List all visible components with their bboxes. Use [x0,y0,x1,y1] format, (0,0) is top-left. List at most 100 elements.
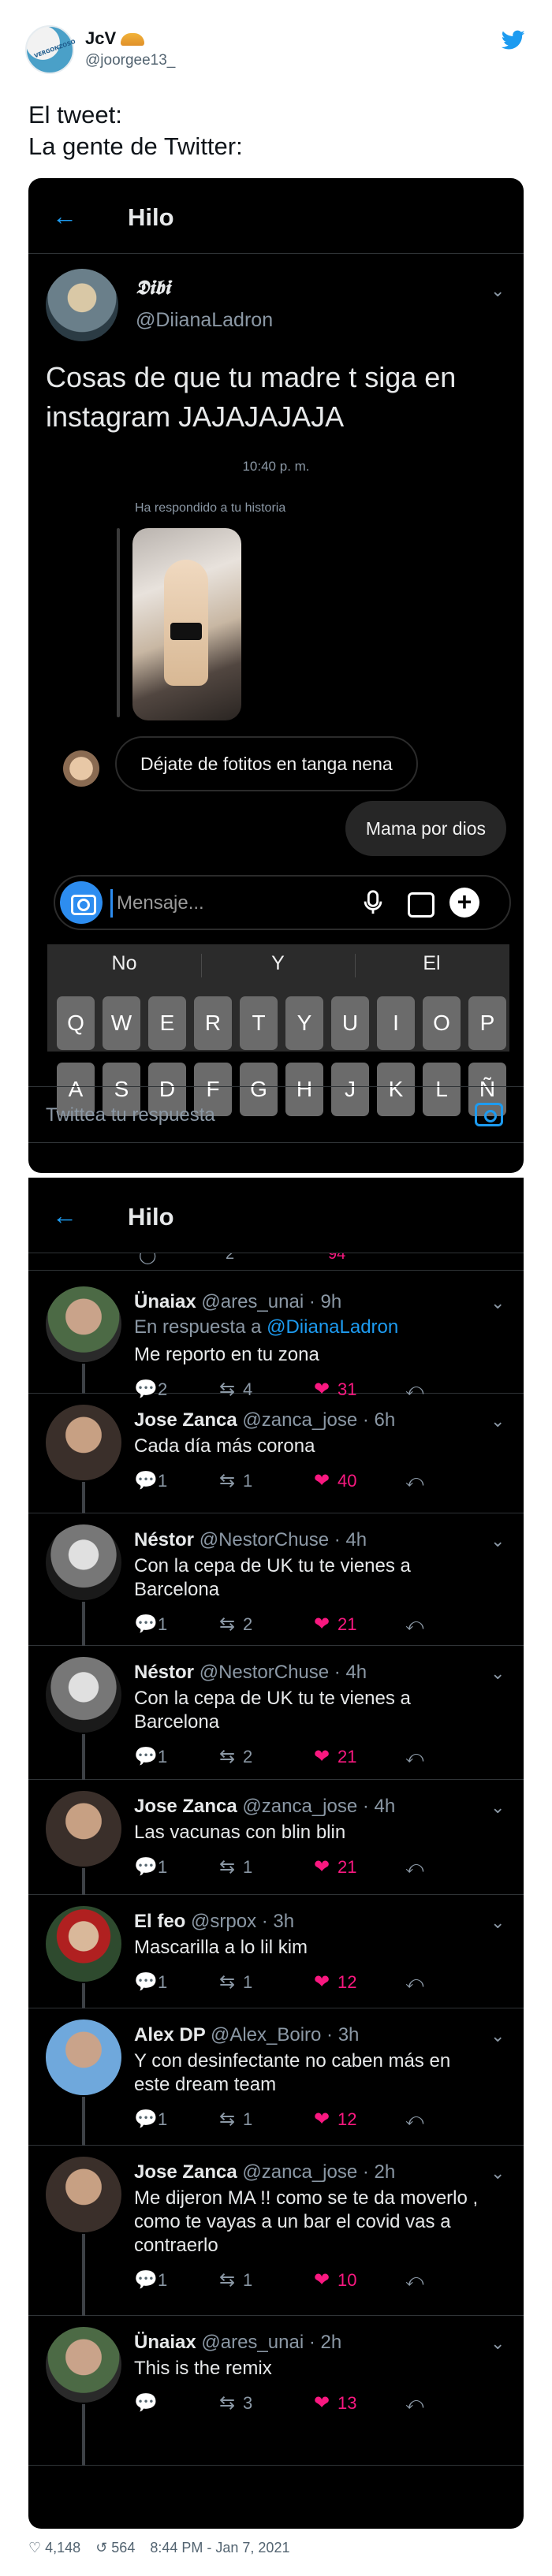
reply-button[interactable]: 💬1 [134,2108,167,2131]
retweet-button[interactable]: ⇆ 1 [219,1971,252,1994]
back-arrow-icon[interactable]: ← [52,203,77,229]
chevron-down-icon[interactable]: ⌄ [490,1293,505,1313]
reply-avatar[interactable] [46,1286,121,1362]
back-arrow-icon[interactable]: ← [52,1203,77,1228]
reply-tweet[interactable]: Alex DP @Alex_Boiro · 3h ⌄ Y con desinfect… [28,2008,524,2146]
key-t[interactable]: T [240,996,278,1050]
reply-button[interactable]: 💬1 [134,1469,167,1493]
reply-button[interactable]: 💬1 [134,2269,167,2292]
reply-tweet[interactable]: Jose Zanca @zanca_jose · 2h ⌄ Me dijeron M… [28,2146,524,2316]
reply-author[interactable]: Jose Zanca @zanca_jose · 2h [134,2161,395,2183]
reply-tweet[interactable]: Ünaiax @ares_unai · 9h ⌄ En respuesta a @D… [28,1275,524,1400]
share-icon[interactable]: ⤺ [405,1745,424,1769]
share-icon[interactable]: ⤺ [405,1856,424,1879]
like-button[interactable]: ❤ 12 [314,1971,356,1994]
reply-avatar[interactable] [46,1657,121,1733]
key-u[interactable]: U [331,996,369,1050]
key-r[interactable]: R [194,996,232,1050]
reply-author[interactable]: Jose Zanca @zanca_jose · 4h [134,1796,395,1818]
key-o[interactable]: O [423,996,461,1050]
reply-tweet[interactable]: Jose Zanca @zanca_jose · 6h ⌄ Cada día más… [28,1394,524,1513]
reply-author[interactable]: El feo @srpox · 3h [134,1911,294,1933]
message-composer[interactable]: Mensaje... + [54,875,511,930]
reply-avatar[interactable] [46,2327,121,2403]
like-stat[interactable]: ♡ 4,148 [28,2540,80,2556]
retweet-stat[interactable]: ↺ 564 [95,2540,135,2556]
key-p[interactable]: P [468,996,506,1050]
share-icon[interactable]: ⤺ [405,1613,424,1636]
suggestion-1[interactable]: No [47,952,201,975]
tweet-timestamp[interactable]: 8:44 PM - Jan 7, 2021 [150,2540,289,2556]
key-y[interactable]: Y [285,996,323,1050]
like-button[interactable]: ❤ 21 [314,1613,356,1636]
reply-button[interactable]: 💬1 [134,1971,167,1994]
chevron-down-icon[interactable]: ⌄ [490,281,505,301]
reply-author[interactable]: Alex DP @Alex_Boiro · 3h [134,2024,359,2046]
key-e[interactable]: E [148,996,186,1050]
reply-tweet[interactable]: Néstor @NestorChuse · 4h ⌄ Con la cepa de … [28,1646,524,1780]
reply-composer[interactable]: Twittea tu respuesta [28,1086,524,1143]
author-name[interactable]: JcV [85,28,145,49]
reply-author[interactable]: Jose Zanca @zanca_jose · 6h [134,1409,395,1431]
plus-icon[interactable]: + [449,888,479,918]
mention-link[interactable]: @DiianaLadron [267,1316,398,1338]
chevron-down-icon[interactable]: ⌄ [490,1912,505,1933]
retweet-button[interactable]: ⇆ 1 [219,2269,252,2292]
chevron-down-icon[interactable]: ⌄ [490,1797,505,1818]
share-icon[interactable]: ⤺ [405,2269,424,2292]
chevron-down-icon[interactable]: ⌄ [490,1663,505,1684]
reply-avatar[interactable] [46,1405,121,1480]
dibi-name[interactable]: 𝕯𝖎𝖇𝖎 [136,276,170,300]
reply-author[interactable]: Néstor @NestorChuse · 4h [134,1529,367,1551]
twitter-bird-icon[interactable] [502,30,525,50]
reply-avatar[interactable] [46,1791,121,1867]
reply-author[interactable]: Ünaiax @ares_unai · 2h [134,2332,341,2354]
share-icon[interactable]: ⤺ [405,2108,424,2131]
reply-author[interactable]: Néstor @NestorChuse · 4h [134,1662,367,1684]
reply-avatar[interactable] [46,2157,121,2232]
key-q[interactable]: Q [57,996,95,1050]
like-button[interactable]: ❤ 13 [314,2392,356,2415]
reply-avatar[interactable] [46,1524,121,1600]
reply-button[interactable]: 💬1 [134,1745,167,1769]
author-handle[interactable]: @joorgee13_ [85,52,175,69]
reply-tweet[interactable]: Jose Zanca @zanca_jose · 4h ⌄ Las vacunas … [28,1780,524,1895]
story-thumbnail[interactable] [132,528,241,720]
chevron-down-icon[interactable]: ⌄ [490,1531,505,1551]
suggestion-3[interactable]: El [355,952,509,975]
chevron-down-icon[interactable]: ⌄ [490,2333,505,2354]
reply-tweet[interactable]: Ünaiax @ares_unai · 2h ⌄ This is the remix… [28,2316,524,2466]
like-button[interactable]: ❤ 12 [314,2108,356,2131]
retweet-button[interactable]: ⇆ 2 [219,1613,252,1636]
reply-button[interactable]: 💬1 [134,1613,167,1636]
key-w[interactable]: W [103,996,140,1050]
chevron-down-icon[interactable]: ⌄ [490,1411,505,1431]
reply-tweet[interactable]: El feo @srpox · 3h ⌄ Mascarilla a lo lil k… [28,1895,524,2008]
retweet-button[interactable]: ⇆ 2 [219,1745,252,1769]
suggestion-2[interactable]: Y [201,952,355,975]
camera-icon[interactable] [60,881,103,924]
author-avatar[interactable]: VERGONZOSO [25,25,76,74]
chevron-down-icon[interactable]: ⌄ [490,2163,505,2183]
gallery-icon[interactable] [405,889,435,918]
microphone-icon[interactable] [360,889,386,916]
reply-button[interactable]: 💬1 [134,1856,167,1879]
retweet-button[interactable]: ⇆ 1 [219,1856,252,1879]
like-button[interactable]: ❤ 10 [314,2269,356,2292]
reply-avatar[interactable] [46,1906,121,1982]
key-i[interactable]: I [377,996,415,1050]
dibi-avatar[interactable] [46,269,118,341]
like-button[interactable]: ❤ 21 [314,1856,356,1879]
like-button[interactable]: ❤ 40 [314,1469,356,1493]
share-icon[interactable]: ⤺ [405,1469,424,1493]
reply-button[interactable]: 💬 [134,2392,158,2415]
share-icon[interactable]: ⤺ [405,1971,424,1994]
camera-icon[interactable] [475,1103,503,1126]
chevron-down-icon[interactable]: ⌄ [490,2026,505,2046]
retweet-button[interactable]: ⇆ 3 [219,2392,252,2415]
reply-author[interactable]: Ünaiax @ares_unai · 9h [134,1291,341,1313]
dibi-handle[interactable]: @DiianaLadron [136,309,273,332]
like-button[interactable]: ❤ 21 [314,1745,356,1769]
reply-tweet[interactable]: Néstor @NestorChuse · 4h ⌄ Con la cepa de … [28,1513,524,1646]
share-icon[interactable]: ⤺ [405,2392,424,2415]
